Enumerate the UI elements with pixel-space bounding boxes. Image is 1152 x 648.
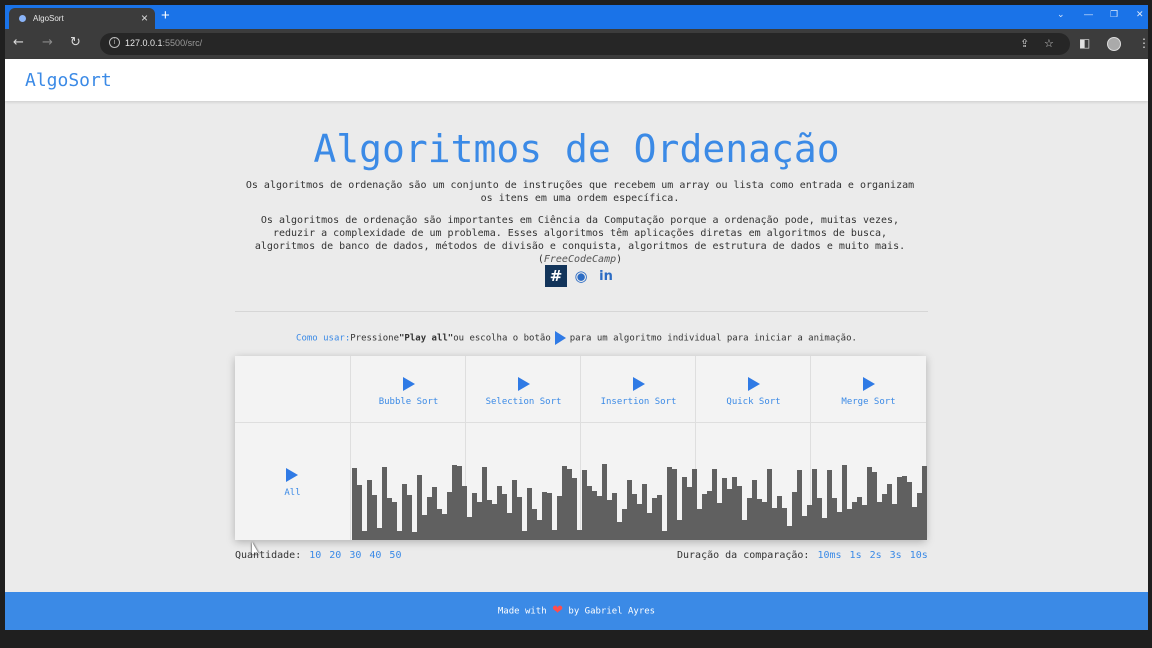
algorithm-bars-cell xyxy=(581,423,697,540)
algorithm-bars-cell xyxy=(696,423,812,540)
page-title: Algoritmos de Ordenação xyxy=(313,127,840,171)
algorithm-label: Selection Sort xyxy=(485,397,562,407)
profile-avatar[interactable] xyxy=(1107,37,1121,51)
quantity-option[interactable]: 40 xyxy=(369,550,381,561)
algorithm-label: Merge Sort xyxy=(841,397,896,407)
back-icon[interactable]: ← xyxy=(13,35,24,50)
play-all-label: All xyxy=(284,488,301,498)
play-algorithm-button[interactable] xyxy=(633,377,645,391)
algorithm-label: Quick Sort xyxy=(726,397,781,407)
tab-search-icon[interactable]: ⌄ xyxy=(1057,9,1065,20)
algorithm-header-cell: Merge Sort xyxy=(811,356,926,423)
favicon-icon xyxy=(19,15,26,22)
algorithm-bars-cell xyxy=(811,423,927,540)
algorithm-header-cell: Bubble Sort xyxy=(351,356,466,423)
side-panel-icon[interactable]: ◧ xyxy=(1079,36,1090,50)
duration-option[interactable]: 1s xyxy=(850,550,862,561)
how-to-use: Como usar:Pressione"Play all"ou escolha … xyxy=(5,331,1148,345)
site-footer: Made with ❤ by Gabriel Ayres xyxy=(5,592,1148,630)
play-algorithm-button[interactable] xyxy=(518,377,530,391)
new-tab-icon[interactable]: + xyxy=(161,7,170,24)
divider xyxy=(235,311,928,312)
array-bar xyxy=(922,466,927,540)
play-algorithm-button[interactable] xyxy=(403,377,415,391)
site-navbar: AlgoSort xyxy=(5,59,1148,101)
share-icon[interactable]: ⇪ xyxy=(1020,37,1029,50)
linkedin-icon[interactable]: in xyxy=(595,265,617,287)
intro-paragraph-2: Os algoritmos de ordenação são important… xyxy=(254,215,906,265)
browser-toolbar: ← → ↻ i 127.0.0.1:5500/src/ ⇪ ☆ ◧ ⋮ xyxy=(5,29,1148,59)
play-all-cell: All xyxy=(235,423,351,554)
duration-option[interactable]: 3s xyxy=(890,550,902,561)
maximize-icon[interactable]: ❐ xyxy=(1110,9,1118,20)
duration-control: Duração da comparação: 10ms 1s 2s 3s 10s xyxy=(677,550,928,561)
heart-icon: ❤ xyxy=(552,603,563,618)
url-text[interactable]: 127.0.0.1:5500/src/ xyxy=(125,38,202,48)
forward-icon[interactable]: → xyxy=(42,35,53,50)
algorithm-label: Insertion Sort xyxy=(600,397,677,407)
empty-corner-cell xyxy=(235,356,351,423)
intro-paragraph-1: Os algoritmos de ordenação são um conjun… xyxy=(245,180,915,204)
algorithm-header-cell: Quick Sort xyxy=(696,356,811,423)
social-links: # ◉ in xyxy=(545,265,617,287)
site-info-icon[interactable]: i xyxy=(109,37,120,48)
quantity-option[interactable]: 20 xyxy=(329,550,341,561)
menu-icon[interactable]: ⋮ xyxy=(1138,36,1148,50)
close-tab-icon[interactable]: × xyxy=(141,11,148,25)
play-icon xyxy=(554,331,566,345)
browser-tab[interactable]: AlgoSort × xyxy=(9,8,155,29)
reload-icon[interactable]: ↻ xyxy=(70,35,81,50)
quantity-option[interactable]: 30 xyxy=(349,550,361,561)
hashnode-icon[interactable]: # xyxy=(545,265,567,287)
algorithm-header-cell: Insertion Sort xyxy=(581,356,696,423)
duration-option[interactable]: 10s xyxy=(910,550,928,561)
play-algorithm-button[interactable] xyxy=(863,377,875,391)
algorithm-bars-cell xyxy=(466,423,582,540)
page-content: AlgoSort Algoritmos de Ordenação Os algo… xyxy=(5,59,1148,630)
source-link[interactable]: FreeCodeCamp xyxy=(544,254,616,265)
minimize-icon[interactable]: — xyxy=(1084,9,1093,19)
browser-window: AlgoSort × + ⌄ — ❐ ✕ ← → ↻ i 127.0.0.1:5… xyxy=(5,5,1148,630)
quantity-option[interactable]: 50 xyxy=(389,550,401,561)
quantity-control: Quantidade: 10 20 30 40 50 xyxy=(235,550,402,561)
close-window-icon[interactable]: ✕ xyxy=(1136,9,1144,20)
bookmark-star-icon[interactable]: ☆ xyxy=(1044,37,1054,50)
tab-title: AlgoSort xyxy=(33,14,64,23)
algorithm-label: Bubble Sort xyxy=(378,397,439,407)
play-algorithm-button[interactable] xyxy=(748,377,760,391)
brand-logo[interactable]: AlgoSort xyxy=(25,70,112,91)
quantity-option[interactable]: 10 xyxy=(309,550,321,561)
algorithm-header-cell: Selection Sort xyxy=(466,356,581,423)
algorithm-bars-cell xyxy=(351,423,467,540)
duration-option[interactable]: 10ms xyxy=(817,550,841,561)
tab-strip: AlgoSort × + ⌄ — ❐ ✕ xyxy=(5,5,1148,29)
duration-option[interactable]: 2s xyxy=(870,550,882,561)
address-bar[interactable]: i 127.0.0.1:5500/src/ ⇪ ☆ xyxy=(100,33,1070,55)
sort-visualizer-grid: All Bubble Sort Selection Sort Insertion S… xyxy=(235,356,927,554)
github-icon[interactable]: ◉ xyxy=(570,265,592,287)
play-all-button[interactable] xyxy=(286,468,298,482)
